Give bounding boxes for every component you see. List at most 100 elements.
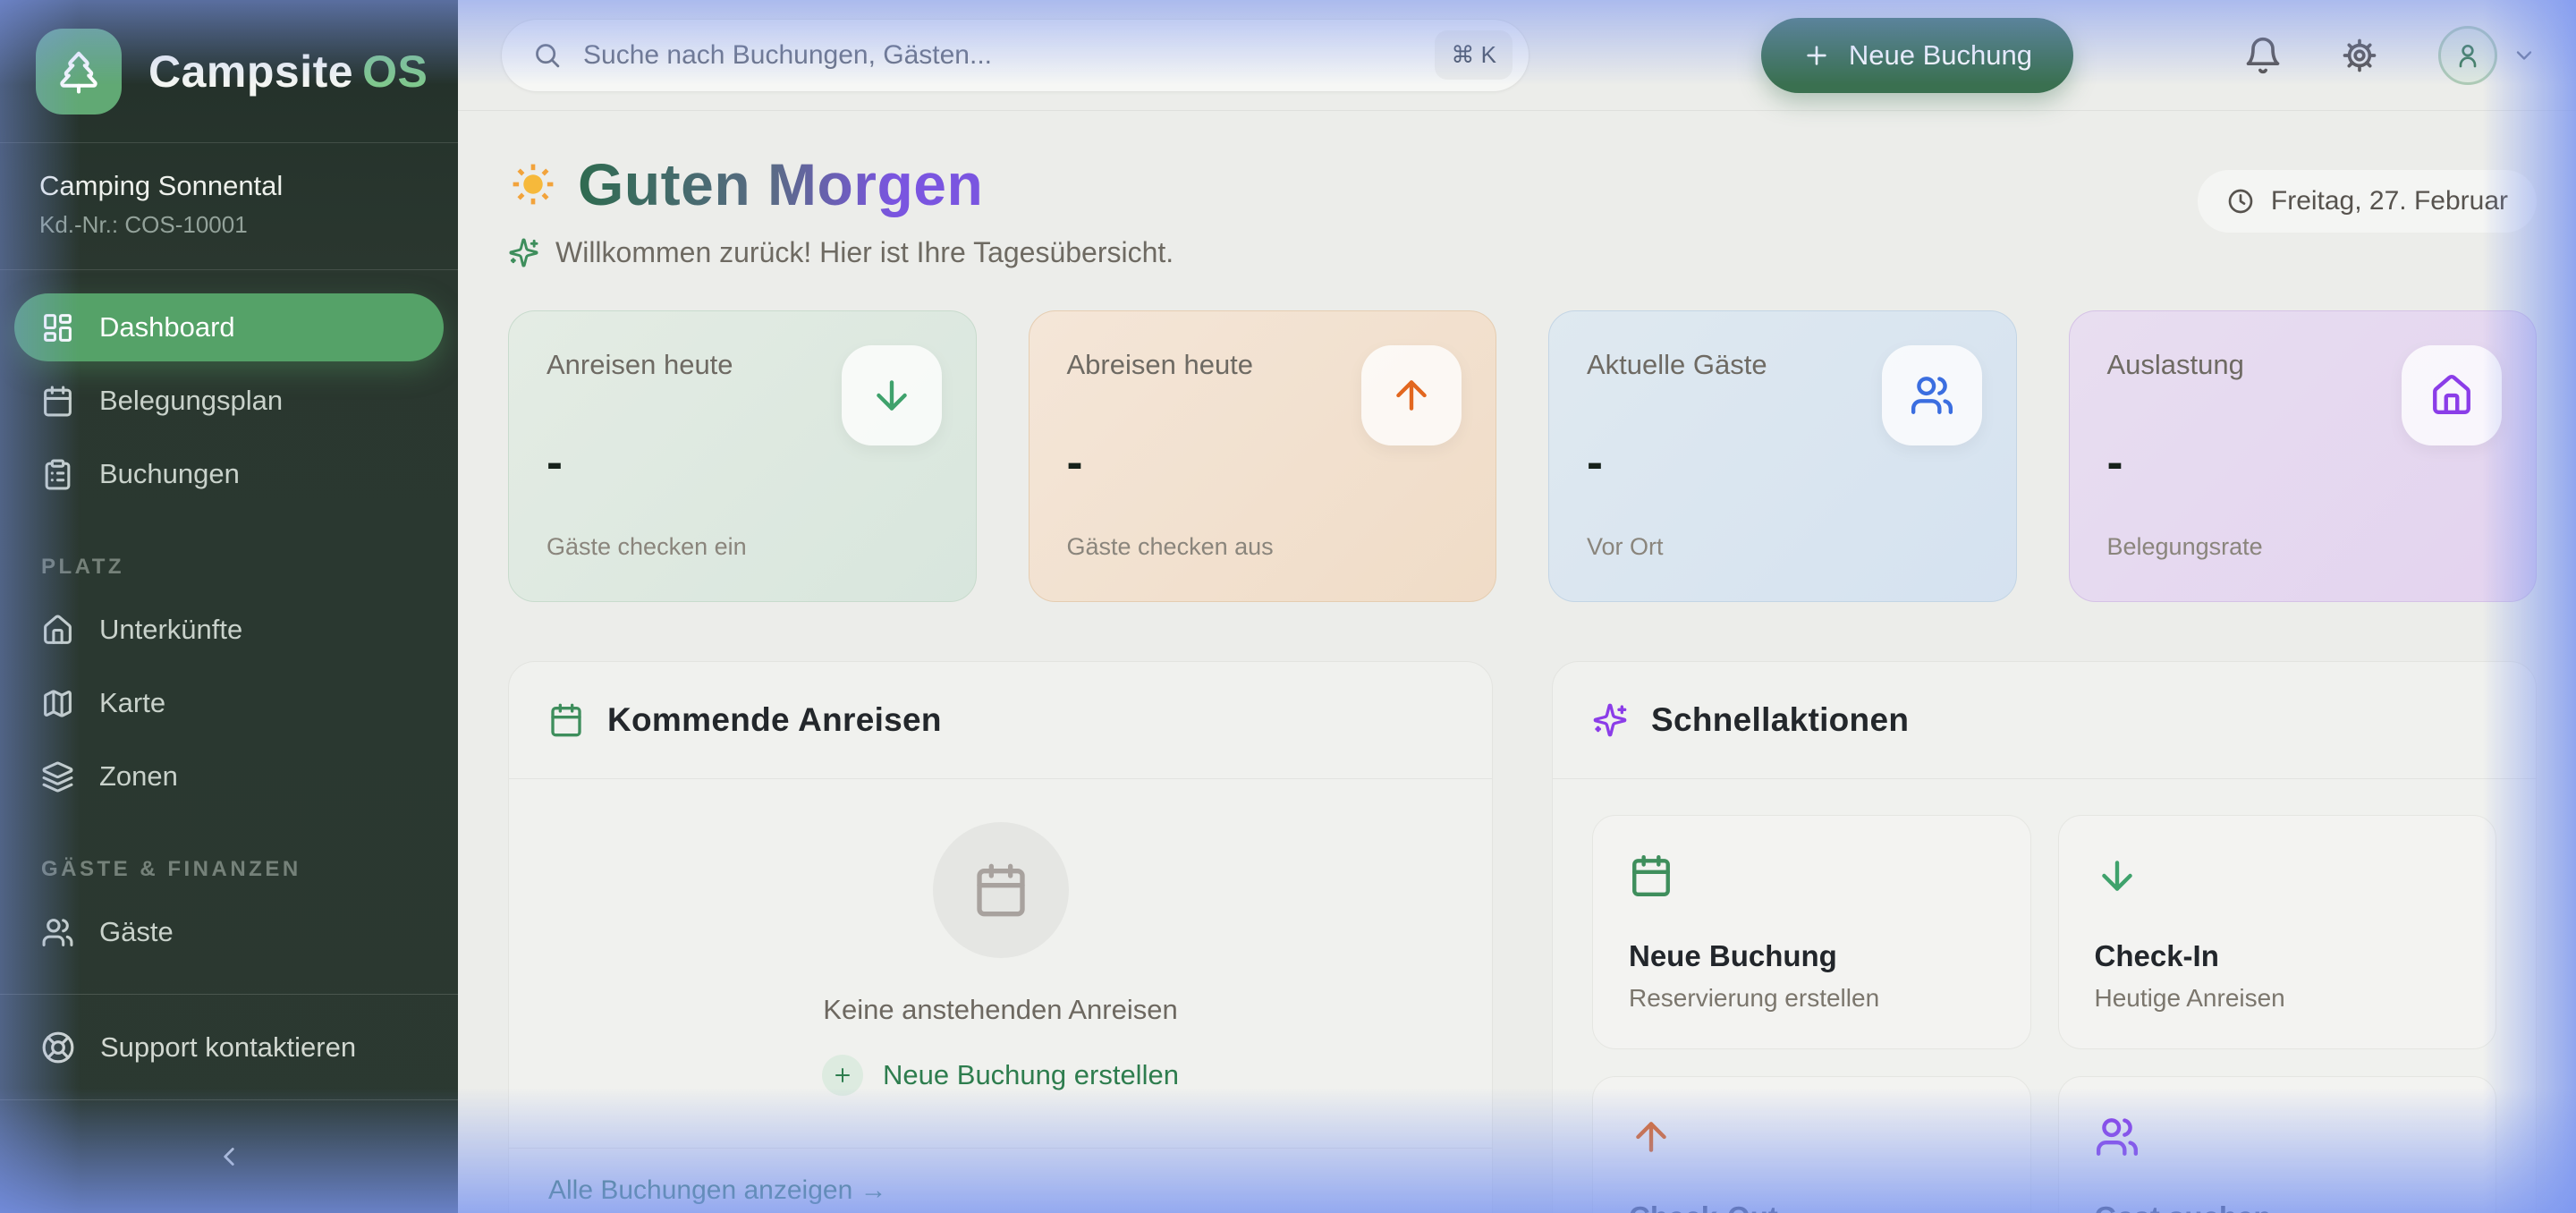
calendar-icon <box>972 861 1030 919</box>
support-button[interactable]: Support kontaktieren <box>0 995 458 1100</box>
dashboard-content: Guten Morgen Willkommen zurück! Hier ist… <box>458 111 2576 1213</box>
sidebar-item-label: Dashboard <box>99 311 235 344</box>
calendar-icon <box>548 702 584 738</box>
sparkles-icon <box>1592 702 1628 738</box>
sidebar-bottom: Support kontaktieren <box>0 994 458 1213</box>
search-input[interactable] <box>583 40 1413 71</box>
quick-action-gast-suchen[interactable]: Gast suchen Gästedatenbank <box>2058 1076 2497 1213</box>
stat-icon-bubble <box>2402 345 2502 445</box>
users-icon <box>41 916 74 949</box>
greeting-subtitle-row: Willkommen zurück! Hier ist Ihre Tagesüb… <box>508 236 1174 269</box>
main-area: ⌘ K Neue Buchung <box>458 0 2576 1213</box>
sidebar-item-zonen[interactable]: Zonen <box>14 742 444 810</box>
quick-action-check-in[interactable]: Check-In Heutige Anreisen <box>2058 815 2497 1049</box>
new-booking-button[interactable]: Neue Buchung <box>1761 18 2073 93</box>
user-menu[interactable] <box>2438 26 2537 85</box>
avatar <box>2438 26 2497 85</box>
panel-header: Schnellaktionen <box>1553 662 2536 779</box>
sidebar-collapse-button[interactable] <box>0 1100 458 1213</box>
sparkles-icon <box>508 237 539 268</box>
settings-button[interactable] <box>2340 36 2379 75</box>
create-booking-link[interactable]: Neue Buchung erstellen <box>822 1055 1179 1096</box>
quick-action-subtitle: Heutige Anreisen <box>2095 984 2461 1013</box>
support-label: Support kontaktieren <box>100 1031 356 1064</box>
stat-card-aktuelle-gaeste: Aktuelle Gäste - Vor Ort <box>1548 310 2017 602</box>
quick-action-title: Check-In <box>2095 939 2461 973</box>
date-chip: Freitag, 27. Februar <box>2198 170 2537 233</box>
empty-state-title: Keine anstehenden Anreisen <box>823 994 1177 1026</box>
stat-card-abreisen: Abreisen heute - Gäste checken aus <box>1029 310 1497 602</box>
quick-actions-panel: Schnellaktionen Neue Buchung Reservierun… <box>1552 661 2537 1213</box>
life-buoy-icon <box>41 1031 75 1065</box>
stat-icon-bubble <box>1361 345 1462 445</box>
stat-card-auslastung: Auslastung - Belegungsrate <box>2069 310 2538 602</box>
stat-icon-bubble <box>842 345 942 445</box>
brand-name: CampsiteOS <box>148 46 428 98</box>
page-title: Guten Morgen <box>578 150 983 218</box>
quick-action-check-out[interactable]: Check-Out Heutige Abreisen <box>1592 1076 2031 1213</box>
quick-action-title: Gast suchen <box>2095 1200 2461 1213</box>
bell-icon <box>2243 36 2283 75</box>
sidebar-item-label: Zonen <box>99 760 178 793</box>
brand-logo <box>36 29 122 115</box>
sidebar-item-gaeste[interactable]: Gäste <box>14 898 444 966</box>
sun-icon <box>508 159 558 209</box>
sidebar-item-label: Belegungsplan <box>99 385 283 417</box>
sidebar-item-buchungen[interactable]: Buchungen <box>14 440 444 508</box>
stat-subtitle: Gäste checken ein <box>547 533 938 561</box>
stat-icon-bubble <box>1882 345 1982 445</box>
sidebar: CampsiteOS Camping Sonnental Kd.-Nr.: CO… <box>0 0 458 1213</box>
create-booking-label: Neue Buchung erstellen <box>883 1059 1179 1091</box>
quick-action-subtitle: Reservierung erstellen <box>1629 984 1995 1013</box>
quick-action-title: Check-Out <box>1629 1200 1995 1213</box>
home-icon <box>41 614 74 647</box>
arrow-up-icon <box>1629 1115 1674 1159</box>
arrow-down-icon <box>869 373 914 418</box>
greeting-row: Guten Morgen Willkommen zurück! Hier ist… <box>508 150 2537 269</box>
clipboard-icon <box>41 458 74 491</box>
stat-subtitle: Gäste checken aus <box>1067 533 1459 561</box>
brand-name-main: Campsite <box>148 47 353 97</box>
panel-header: Kommende Anreisen <box>509 662 1492 779</box>
topbar-actions: Neue Buchung <box>1761 18 2537 93</box>
greeting-block: Guten Morgen Willkommen zurück! Hier ist… <box>508 150 1174 269</box>
sidebar-item-dashboard[interactable]: Dashboard <box>14 293 444 361</box>
stat-subtitle: Belegungsrate <box>2107 533 2499 561</box>
home-icon <box>2429 373 2474 418</box>
empty-state-icon-circle <box>933 822 1069 958</box>
plus-icon-bubble <box>822 1055 863 1096</box>
current-date: Freitag, 27. Februar <box>2271 186 2508 216</box>
panel-title: Kommende Anreisen <box>607 701 942 739</box>
tree-pine-icon <box>55 47 103 96</box>
quick-actions-grid: Neue Buchung Reservierung erstellen Chec… <box>1553 779 2536 1213</box>
arrow-down-icon <box>2095 853 2140 898</box>
sidebar-section-platz: PLATZ <box>14 555 444 580</box>
sidebar-item-label: Karte <box>99 687 165 719</box>
search-shortcut-badge: ⌘ K <box>1435 30 1513 80</box>
stat-cards: Anreisen heute - Gäste checken ein Abrei… <box>508 310 2537 602</box>
notifications-button[interactable] <box>2243 36 2283 75</box>
chevron-left-icon <box>214 1141 244 1172</box>
greeting-title-row: Guten Morgen <box>508 150 1174 218</box>
sidebar-item-label: Unterkünfte <box>99 614 242 646</box>
search-bar[interactable]: ⌘ K <box>501 19 1530 92</box>
panel-title: Schnellaktionen <box>1651 701 1909 739</box>
gear-icon <box>2340 36 2379 75</box>
view-all-bookings-link[interactable]: Alle Buchungen anzeigen → <box>509 1148 1492 1213</box>
stat-subtitle: Vor Ort <box>1587 533 1979 561</box>
sidebar-item-label: Gäste <box>99 916 174 948</box>
sidebar-item-unterkuenfte[interactable]: Unterkünfte <box>14 596 444 664</box>
layers-icon <box>41 760 74 793</box>
sidebar-item-belegungsplan[interactable]: Belegungsplan <box>14 367 444 435</box>
brand: CampsiteOS <box>0 0 458 143</box>
greeting-subtitle: Willkommen zurück! Hier ist Ihre Tagesüb… <box>555 236 1174 269</box>
quick-action-neue-buchung[interactable]: Neue Buchung Reservierung erstellen <box>1592 815 2031 1049</box>
upcoming-arrivals-panel: Kommende Anreisen Keine anstehenden Anre… <box>508 661 1493 1213</box>
sidebar-item-karte[interactable]: Karte <box>14 669 444 737</box>
calendar-icon <box>1629 853 1674 898</box>
property-customer-number: Kd.-Nr.: COS-10001 <box>39 211 419 239</box>
sidebar-item-label: Buchungen <box>99 458 240 490</box>
search-icon <box>532 40 562 70</box>
brand-name-suffix: OS <box>362 47 428 97</box>
property-name: Camping Sonnental <box>39 170 419 202</box>
